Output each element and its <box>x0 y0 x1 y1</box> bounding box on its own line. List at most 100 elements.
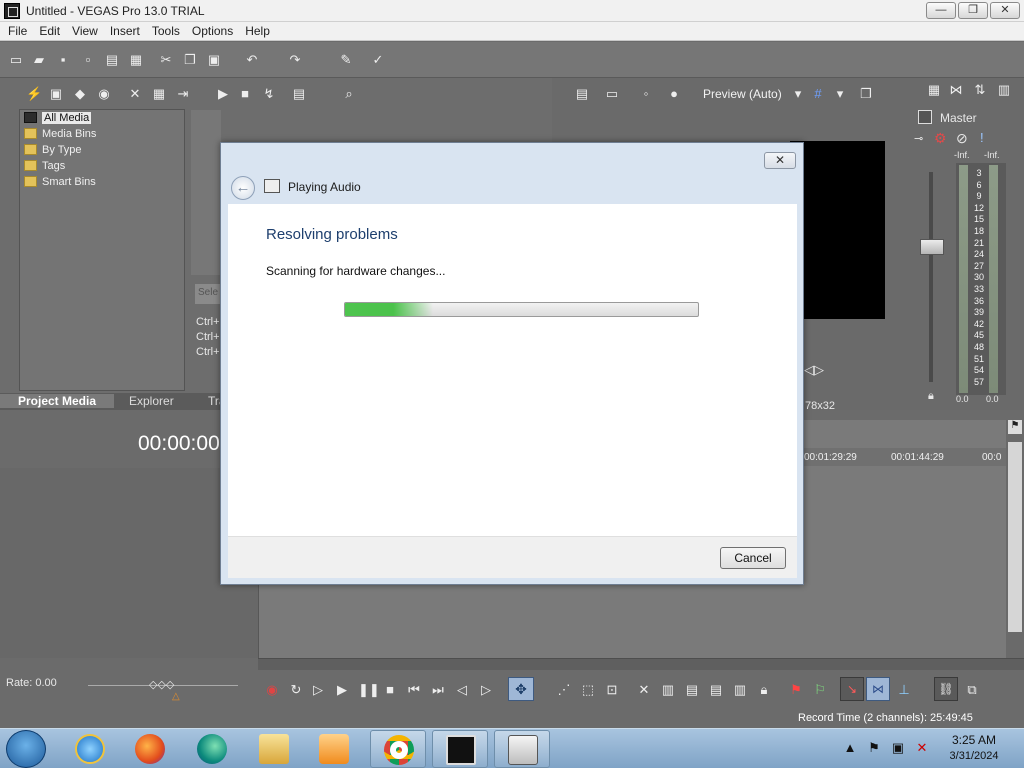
rate-slider-thumb[interactable]: ◇◇◇ <box>149 678 174 691</box>
chrome-icon[interactable] <box>370 730 426 768</box>
tree-item-all-media[interactable]: All Media <box>24 110 92 126</box>
loop-icon[interactable]: ↻ <box>288 682 304 698</box>
vegas-pro-taskbar-icon[interactable] <box>432 730 488 768</box>
menu-insert[interactable]: Insert <box>110 22 140 38</box>
get-media-icon[interactable]: ◆ <box>72 86 88 102</box>
web-media-icon[interactable]: ◉ <box>96 86 112 102</box>
tree-item-media-bins[interactable]: Media Bins <box>24 126 96 142</box>
cut-icon[interactable]: ✂ <box>158 52 174 68</box>
trim-icon[interactable]: ▥ <box>660 682 676 698</box>
next-frame-icon[interactable]: ▷ <box>478 682 494 698</box>
mute-icon[interactable]: ⊘ <box>956 130 968 147</box>
scroll-thumb[interactable] <box>1008 442 1022 632</box>
import-media-icon[interactable]: ⚡ <box>26 86 42 102</box>
back-arrow-icon[interactable]: ← <box>231 176 255 200</box>
menu-view[interactable]: View <box>72 22 98 38</box>
record-icon[interactable]: ◉ <box>264 682 280 698</box>
dim-output-icon[interactable]: ⇅ <box>972 82 988 98</box>
clock-time[interactable]: 3:25 AM <box>946 733 1002 747</box>
start-button[interactable] <box>6 730 46 768</box>
frame-step-icon[interactable]: ◁▷ <box>804 362 824 378</box>
trim-start-icon[interactable]: ▤ <box>684 682 700 698</box>
media-fx-icon[interactable]: ⇥ <box>175 86 191 102</box>
media-player-icon[interactable] <box>306 730 362 768</box>
menu-file[interactable]: File <box>8 22 27 38</box>
previous-frame-icon[interactable]: ◁ <box>454 682 470 698</box>
master-fader-knob[interactable] <box>920 239 944 255</box>
external-monitor-icon[interactable]: ▭ <box>604 86 620 102</box>
pin-icon[interactable]: ✎ <box>338 52 354 68</box>
file-explorer-icon[interactable] <box>246 730 302 768</box>
play-icon[interactable]: ▶ <box>215 86 231 102</box>
tab-project-media[interactable]: Project Media <box>0 394 114 408</box>
media-properties-icon[interactable]: ▦ <box>151 86 167 102</box>
internet-explorer-icon[interactable] <box>62 730 118 768</box>
grid-icon[interactable]: # <box>810 86 826 102</box>
action-center-flag-icon[interactable]: ⚑ <box>866 740 882 756</box>
go-to-end-icon[interactable]: ⏭ <box>430 682 446 698</box>
downmix-icon[interactable]: ⋈ <box>948 82 964 98</box>
firefox-icon[interactable] <box>122 730 178 768</box>
auto-crossfade-icon[interactable]: ⋈ <box>866 677 890 701</box>
split-screen-icon[interactable]: ◦ <box>638 86 654 102</box>
menu-help[interactable]: Help <box>245 22 270 38</box>
tab-explorer[interactable]: Explorer <box>129 394 174 408</box>
views-icon[interactable]: ▤ <box>291 86 307 102</box>
preview-quality-dropdown[interactable]: Preview (Auto) <box>703 87 782 101</box>
auto-ripple-icon[interactable]: ↘ <box>840 677 864 701</box>
tree-item-by-type[interactable]: By Type <box>24 142 82 158</box>
edge-icon[interactable] <box>184 730 240 768</box>
whats-this-icon[interactable]: ✓ <box>370 52 386 68</box>
copy-icon[interactable]: ❐ <box>182 52 198 68</box>
gear-icon[interactable]: ⚙ <box>934 130 947 147</box>
trim-end-icon[interactable]: ▤ <box>708 682 724 698</box>
ignore-grouping-icon[interactable]: ⧉ <box>964 682 980 698</box>
open-folder-icon[interactable]: ▰ <box>31 52 47 68</box>
solo-icon[interactable]: ! <box>980 130 984 145</box>
render-icon[interactable]: ▤ <box>104 52 120 68</box>
paste-icon[interactable]: ▣ <box>206 52 222 68</box>
minimize-button[interactable]: — <box>926 2 956 19</box>
lock-icon[interactable]: 🔒︎ <box>756 682 772 698</box>
vegas-app-icon[interactable] <box>4 3 20 19</box>
pause-icon[interactable]: ❚❚ <box>358 682 380 698</box>
troubleshooter-taskbar-icon[interactable] <box>494 730 550 768</box>
preview-properties-icon[interactable]: ▤ <box>574 86 590 102</box>
capture-icon[interactable]: ▣ <box>48 86 64 102</box>
show-hidden-icons-icon[interactable]: ▲ <box>842 740 858 756</box>
network-icon[interactable]: ▣ <box>890 740 906 756</box>
play-icon[interactable]: ▶ <box>334 682 350 698</box>
selection-tool-icon[interactable]: ⬚ <box>580 682 596 698</box>
normal-edit-tool-icon[interactable]: ✥ <box>508 677 534 701</box>
volume-muted-icon[interactable]: ✕ <box>914 740 930 756</box>
lock-icon[interactable]: 🔒︎ <box>928 390 934 403</box>
save-as-icon[interactable]: ▫ <box>80 52 96 68</box>
meter-options-icon[interactable]: ▥ <box>996 82 1012 98</box>
vertical-scrollbar[interactable]: ⚑ <box>1006 420 1024 658</box>
tree-item-smart-bins[interactable]: Smart Bins <box>24 174 96 190</box>
delete-icon[interactable]: ✕ <box>636 682 652 698</box>
properties-icon[interactable]: ▦ <box>128 52 144 68</box>
close-button[interactable]: ✕ <box>990 2 1020 19</box>
mixer-properties-icon[interactable]: ▦ <box>926 82 942 98</box>
split-icon[interactable]: ▥ <box>732 682 748 698</box>
search-icon[interactable]: ⌕ <box>341 86 357 102</box>
chevron-down-icon[interactable]: ▾ <box>790 86 806 102</box>
marker-icon[interactable]: ⚑ <box>788 682 804 698</box>
zoom-tool-icon[interactable]: ⊡ <box>604 682 620 698</box>
redo-icon[interactable]: ↷ <box>287 52 303 68</box>
auto-preview-icon[interactable]: ↯ <box>261 86 277 102</box>
region-icon[interactable]: ⚐ <box>812 682 828 698</box>
maximize-button[interactable]: ❐ <box>958 2 988 19</box>
marker-flag-icon[interactable]: ⚑ <box>1008 420 1022 434</box>
horizontal-scrollbar[interactable] <box>258 658 1024 670</box>
play-from-start-icon[interactable]: ▷ <box>310 682 326 698</box>
tree-item-tags[interactable]: Tags <box>24 158 65 174</box>
copy-snapshot-icon[interactable]: ❐ <box>858 86 874 102</box>
envelope-tool-icon[interactable]: ⋰ <box>556 682 572 698</box>
menu-edit[interactable]: Edit <box>39 22 60 38</box>
chevron-down-icon[interactable]: ▾ <box>832 86 848 102</box>
stop-icon[interactable]: ■ <box>237 86 253 102</box>
stop-icon[interactable]: ■ <box>382 682 398 698</box>
remove-media-icon[interactable]: ✕ <box>127 86 143 102</box>
